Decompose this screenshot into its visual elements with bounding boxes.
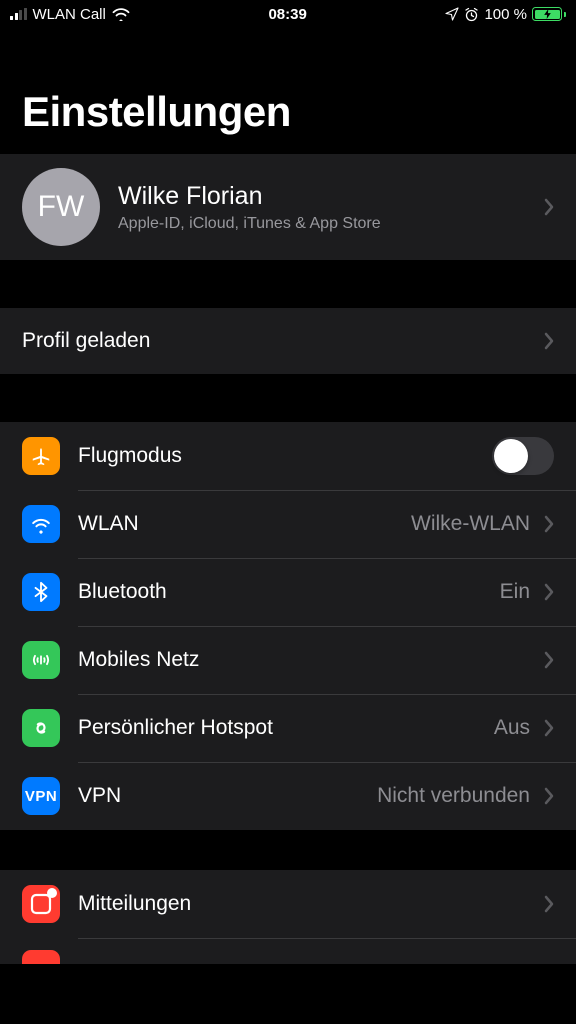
- wlan-label: WLAN: [78, 512, 411, 536]
- hotspot-value: Aus: [494, 716, 530, 740]
- profile-name: Wilke Florian: [118, 182, 526, 211]
- chevron-right-icon: [544, 895, 554, 913]
- wifi-icon: [22, 505, 60, 543]
- partial-row[interactable]: [0, 938, 576, 964]
- profile-subtitle: Apple-ID, iCloud, iTunes & App Store: [118, 215, 526, 233]
- chevron-right-icon: [544, 198, 554, 216]
- page-title: Einstellungen: [0, 28, 576, 154]
- cellular-row[interactable]: Mobiles Netz: [0, 626, 576, 694]
- airplane-mode-row[interactable]: Flugmodus: [0, 422, 576, 490]
- profile-loaded-row[interactable]: Profil geladen: [0, 308, 576, 374]
- notifications-icon: [22, 885, 60, 923]
- profile-loaded-label: Profil geladen: [22, 329, 544, 353]
- status-time: 08:39: [268, 6, 306, 23]
- carrier-label: WLAN Call: [33, 6, 106, 23]
- hotspot-icon: [22, 709, 60, 747]
- cellular-icon: [22, 641, 60, 679]
- chevron-right-icon: [544, 651, 554, 669]
- airplane-icon: [22, 437, 60, 475]
- notifications-label: Mitteilungen: [78, 892, 544, 916]
- bluetooth-row[interactable]: Bluetooth Ein: [0, 558, 576, 626]
- battery-icon: [532, 7, 566, 21]
- vpn-label: VPN: [78, 784, 377, 808]
- hotspot-label: Persönlicher Hotspot: [78, 716, 494, 740]
- vpn-row[interactable]: VPN VPN Nicht verbunden: [0, 762, 576, 830]
- chevron-right-icon: [544, 515, 554, 533]
- notifications-row[interactable]: Mitteilungen: [0, 870, 576, 938]
- signal-icon: [10, 8, 27, 20]
- cellular-label: Mobiles Netz: [78, 648, 544, 672]
- location-icon: [445, 7, 459, 21]
- alarm-icon: [464, 7, 479, 22]
- wlan-row[interactable]: WLAN Wilke-WLAN: [0, 490, 576, 558]
- airplane-toggle[interactable]: [492, 437, 554, 475]
- partial-icon: [22, 950, 60, 964]
- vpn-value: Nicht verbunden: [377, 784, 530, 808]
- chevron-right-icon: [544, 332, 554, 350]
- chevron-right-icon: [544, 719, 554, 737]
- avatar: FW: [22, 168, 100, 246]
- status-bar: WLAN Call 08:39 100 %: [0, 0, 576, 28]
- chevron-right-icon: [544, 583, 554, 601]
- bluetooth-label: Bluetooth: [78, 580, 500, 604]
- vpn-icon: VPN: [22, 777, 60, 815]
- wlan-value: Wilke-WLAN: [411, 512, 530, 536]
- bluetooth-icon: [22, 573, 60, 611]
- profile-row[interactable]: FW Wilke Florian Apple-ID, iCloud, iTune…: [0, 154, 576, 260]
- hotspot-row[interactable]: Persönlicher Hotspot Aus: [0, 694, 576, 762]
- chevron-right-icon: [544, 787, 554, 805]
- battery-percent: 100 %: [484, 6, 527, 23]
- bluetooth-value: Ein: [500, 580, 530, 604]
- wifi-icon: [112, 7, 130, 21]
- airplane-label: Flugmodus: [78, 444, 492, 468]
